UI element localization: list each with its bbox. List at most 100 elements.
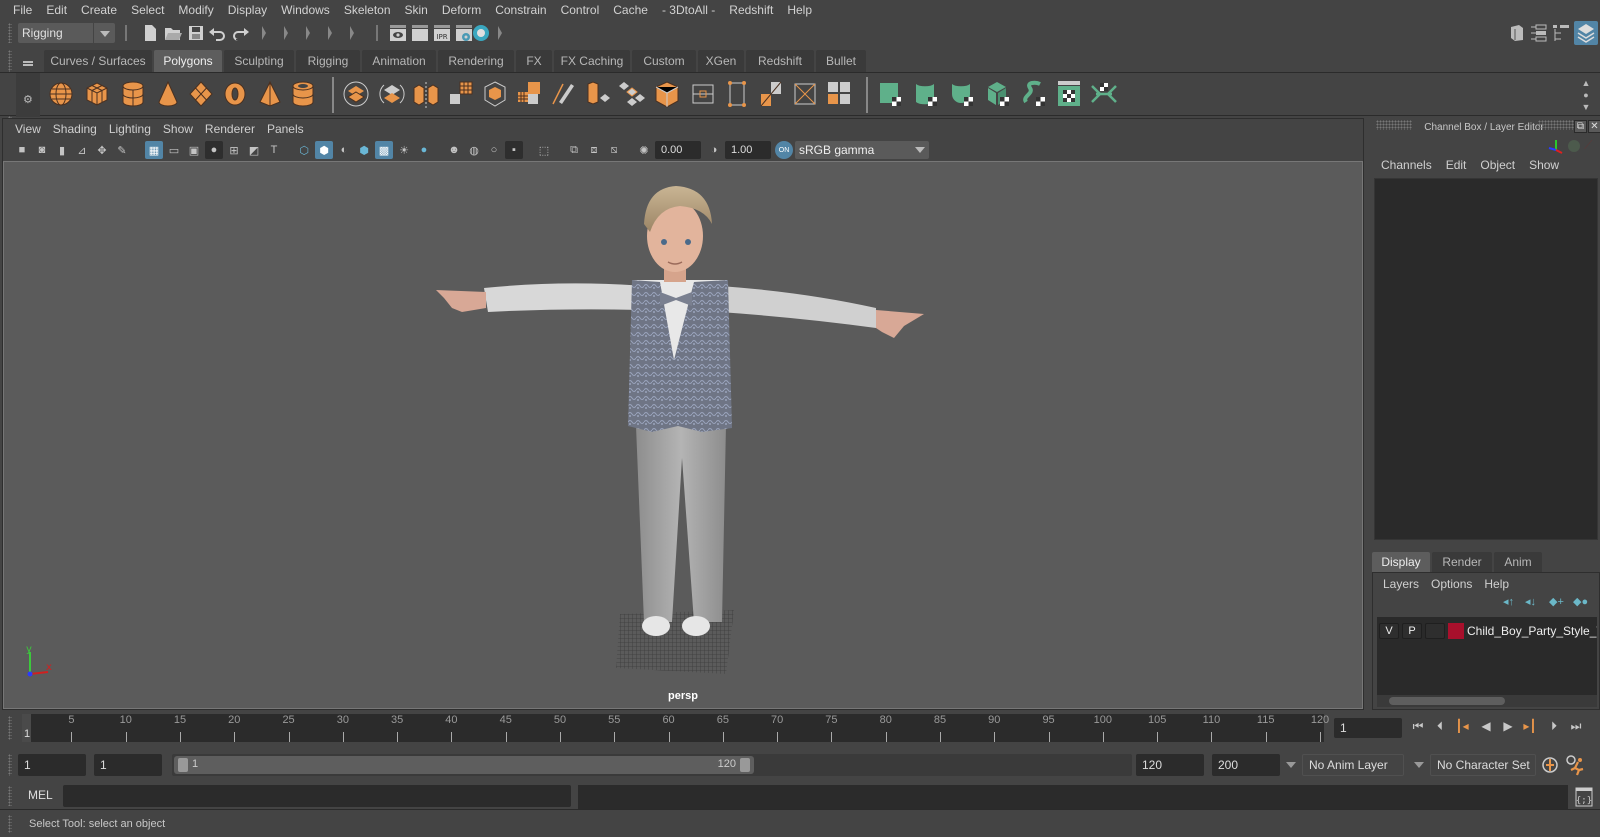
layer-list-scrollbar[interactable] bbox=[1377, 695, 1597, 707]
shelf-tab-bullet[interactable]: Bullet bbox=[816, 50, 866, 72]
shelf-tab-animation[interactable]: Animation bbox=[362, 50, 436, 72]
unfold-uv-icon[interactable] bbox=[1022, 80, 1048, 108]
smooth-icon[interactable] bbox=[448, 80, 474, 108]
step-forward-frame-button[interactable]: ⏵ bbox=[1544, 716, 1564, 736]
poly-pipe-icon[interactable] bbox=[290, 80, 316, 108]
collapse-section-icon[interactable] bbox=[498, 26, 504, 40]
bevel-icon[interactable] bbox=[584, 80, 612, 108]
layer-menu-options[interactable]: Options bbox=[1425, 577, 1478, 591]
exposure-field[interactable]: 0.00 bbox=[655, 141, 701, 159]
wireframe-icon[interactable]: ⬡ bbox=[295, 141, 313, 159]
color-management-toggle[interactable]: ON bbox=[775, 141, 793, 159]
shelf-tab-curves-surfaces[interactable]: Curves / Surfaces bbox=[44, 50, 152, 72]
poly-sphere-icon[interactable] bbox=[48, 80, 74, 108]
modeling-toolkit-icon[interactable] bbox=[1508, 23, 1526, 43]
textured-icon[interactable]: ▩ bbox=[375, 141, 393, 159]
render-view-icon[interactable] bbox=[389, 24, 407, 42]
shelf-tab-xgen[interactable]: XGen bbox=[698, 50, 744, 72]
tool-settings-icon[interactable] bbox=[1552, 23, 1570, 43]
current-time-indicator[interactable]: 1 bbox=[22, 714, 31, 742]
play-forwards-button[interactable]: ▶ bbox=[1498, 716, 1518, 736]
cb-menu-object[interactable]: Object bbox=[1473, 158, 1522, 172]
poly-torus-icon[interactable] bbox=[222, 80, 248, 108]
shelf-tab-redshift[interactable]: Redshift bbox=[746, 50, 814, 72]
exposure-icon[interactable]: ✺ bbox=[635, 141, 653, 159]
cb-menu-edit[interactable]: Edit bbox=[1439, 158, 1474, 172]
gamma-icon[interactable]: ◑ bbox=[705, 141, 723, 159]
time-slider-track[interactable]: 1 5 10 15 20 25 30 35 40 45 50 55 60 65 70 75 80 85 90 95 1… bbox=[22, 714, 1329, 742]
xray-active-components-icon[interactable]: ⧈ bbox=[585, 141, 603, 159]
go-to-end-button[interactable]: ⏭ bbox=[1566, 716, 1586, 736]
shelf-tab-rigging[interactable]: Rigging bbox=[296, 50, 360, 72]
poly-plane-icon[interactable] bbox=[188, 80, 214, 108]
grid-icon[interactable]: ▦ bbox=[145, 141, 163, 159]
layer-menu-layers[interactable]: Layers bbox=[1377, 577, 1425, 591]
cylindrical-uv-icon[interactable] bbox=[914, 80, 940, 108]
step-back-frame-button[interactable]: ⏴ bbox=[1430, 716, 1450, 736]
panel-menu-panels[interactable]: Panels bbox=[261, 122, 310, 136]
panel-menu-view[interactable]: View bbox=[9, 122, 47, 136]
menu-display[interactable]: Display bbox=[221, 0, 274, 20]
menu-control[interactable]: Control bbox=[554, 0, 607, 20]
panel-menu-lighting[interactable]: Lighting bbox=[103, 122, 157, 136]
channel-box-toggle[interactable] bbox=[1574, 21, 1598, 45]
menu-skin[interactable]: Skin bbox=[398, 0, 435, 20]
animation-end-field[interactable]: 200 bbox=[1212, 754, 1280, 776]
smooth-shade-icon[interactable]: ⬢ bbox=[315, 141, 333, 159]
anti-aliasing-icon[interactable]: ○ bbox=[485, 141, 503, 159]
2d-pan-zoom-icon[interactable]: ✥ bbox=[93, 141, 111, 159]
fill-hole-icon[interactable] bbox=[724, 80, 750, 108]
mirror-icon[interactable] bbox=[412, 80, 440, 108]
anim-layer-dropdown-icon[interactable] bbox=[1286, 762, 1296, 773]
distribute-uv-icon[interactable] bbox=[1090, 80, 1118, 108]
menu-constrain[interactable]: Constrain bbox=[488, 0, 553, 20]
auto-key-icon[interactable] bbox=[1540, 755, 1560, 775]
undo-icon[interactable] bbox=[208, 25, 226, 41]
panel-grip[interactable] bbox=[1538, 120, 1574, 130]
script-editor-icon[interactable]: {;} bbox=[1574, 786, 1594, 808]
isolate-select-icon[interactable]: ⬚ bbox=[535, 141, 553, 159]
toggle-channels-icon[interactable] bbox=[1568, 140, 1580, 152]
bookmarks-icon[interactable]: ▮ bbox=[53, 141, 71, 159]
shelf-tab-custom[interactable]: Custom bbox=[632, 50, 696, 72]
safe-action-icon[interactable]: ◩ bbox=[245, 141, 263, 159]
use-all-lights-icon[interactable]: ☀ bbox=[395, 141, 413, 159]
help-line-grip[interactable] bbox=[8, 815, 12, 833]
target-weld-icon[interactable] bbox=[792, 80, 818, 108]
playback-end-field[interactable]: 120 bbox=[1136, 754, 1204, 776]
select-camera-icon[interactable]: ■ bbox=[13, 141, 31, 159]
default-material-icon[interactable]: ◐ bbox=[335, 141, 353, 159]
new-scene-icon[interactable] bbox=[142, 23, 158, 43]
redo-icon[interactable] bbox=[232, 25, 250, 41]
safe-title-icon[interactable]: T bbox=[265, 141, 283, 159]
character-model[interactable] bbox=[436, 186, 924, 636]
animation-preferences-icon[interactable] bbox=[1564, 754, 1586, 776]
render-frame-icon[interactable] bbox=[411, 24, 429, 42]
grease-pencil-icon[interactable]: ✎ bbox=[113, 141, 131, 159]
poly-cone-icon[interactable] bbox=[156, 80, 180, 108]
anim-layer-select[interactable]: No Anim Layer bbox=[1302, 754, 1404, 776]
layer-name[interactable]: Child_Boy_Party_Style_TPose bbox=[1467, 624, 1597, 638]
view-transform-select[interactable]: sRGB gamma bbox=[795, 141, 929, 159]
hypershade-icon[interactable] bbox=[471, 23, 491, 43]
image-plane-icon[interactable]: ⊿ bbox=[73, 141, 91, 159]
range-slider-handle-bar[interactable]: 1 120 bbox=[174, 756, 754, 774]
ipr-render-icon[interactable]: IPR bbox=[433, 24, 451, 42]
open-scene-icon[interactable] bbox=[164, 24, 182, 42]
menu-create[interactable]: Create bbox=[74, 0, 124, 20]
shadows-icon[interactable]: ● bbox=[415, 141, 433, 159]
collapse-section-icon[interactable] bbox=[262, 26, 268, 40]
manipulator-axis-icon[interactable] bbox=[1546, 138, 1566, 154]
playback-start-field[interactable]: 1 bbox=[94, 754, 162, 776]
shelf-settings-icon[interactable]: ⚙ bbox=[23, 93, 33, 106]
play-backwards-button[interactable]: ◀ bbox=[1476, 716, 1496, 736]
range-bar-grip[interactable] bbox=[8, 754, 12, 776]
camera-attributes-icon[interactable]: ◙ bbox=[33, 141, 51, 159]
wireframe-on-shaded-icon[interactable]: ⬢ bbox=[355, 141, 373, 159]
character-set-dropdown-icon[interactable] bbox=[1414, 762, 1424, 773]
collapse-section-icon[interactable] bbox=[306, 26, 312, 40]
screen-space-ao-icon[interactable]: ☻ bbox=[445, 141, 463, 159]
command-input[interactable] bbox=[63, 785, 571, 807]
menu-cache[interactable]: Cache bbox=[606, 0, 655, 20]
remesh-icon[interactable] bbox=[516, 80, 542, 108]
